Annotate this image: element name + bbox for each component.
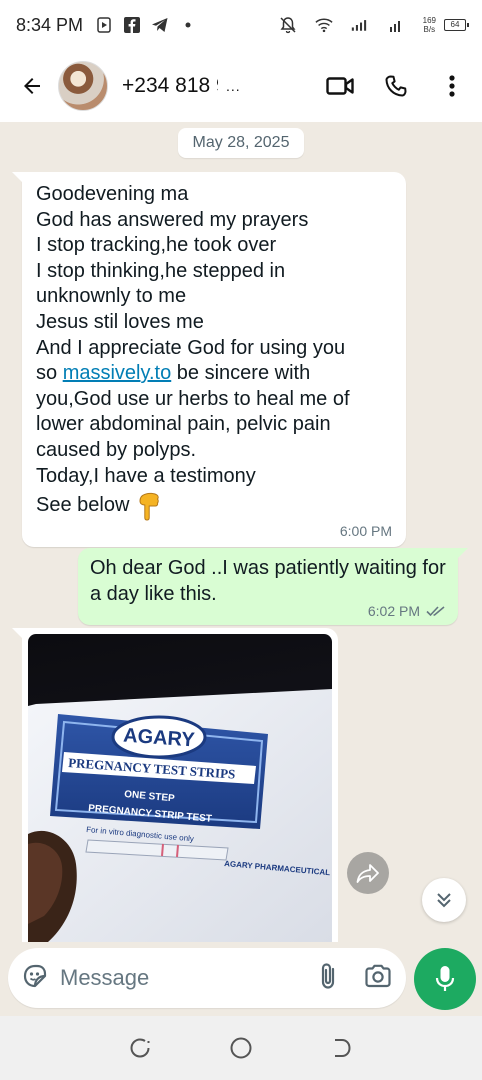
contact-name[interactable]: +234 818 9 [122, 74, 218, 98]
message-line: Today,I have a testimony [36, 464, 256, 487]
status-bar: 8:34 PM 169 B/s 64 [0, 0, 482, 50]
avatar[interactable] [58, 61, 108, 111]
video-camera-icon [326, 77, 354, 95]
microphone-icon [435, 966, 455, 991]
sticker-icon [23, 964, 47, 987]
chat-header: +234 818 9 ... [0, 50, 482, 122]
back-nav-button[interactable] [328, 1034, 356, 1062]
message-line: you,God use ur herbs to heal me of [36, 387, 350, 410]
message-line: God has answered my prayers [36, 208, 309, 231]
voice-message-button[interactable] [414, 948, 476, 1010]
outgoing-message-text: Oh dear God ..I was patiently waiting fo… [90, 557, 446, 605]
header-actions [326, 72, 470, 100]
camera-button[interactable] [364, 964, 392, 993]
telegram-icon [151, 16, 169, 34]
pregnancy-test-illustration: AGARY PREGNANCY TEST STRIPS ONE STEP PRE… [28, 689, 332, 942]
incoming-message-time: 6:00 PM [339, 523, 392, 540]
see-below-line: See below [36, 491, 392, 521]
home-button[interactable] [227, 1034, 255, 1062]
net-speed: 169 B/s [423, 16, 436, 34]
message-line: Goodevening ma [36, 183, 189, 205]
composer-icons [318, 962, 392, 995]
message-line: Jesus stil loves me [36, 310, 204, 333]
back-button[interactable] [12, 66, 52, 106]
home-circle-icon [230, 1037, 252, 1059]
facebook-icon [123, 16, 141, 34]
message-line: And I appreciate God for using you [36, 336, 346, 359]
message-link[interactable]: massively.to [63, 362, 172, 384]
see-below-text: See below [36, 494, 130, 517]
video-call-button[interactable] [326, 72, 354, 100]
message-line: unknownly to me [36, 285, 187, 308]
net-speed-value: 169 [422, 16, 436, 25]
incoming-message-text: Goodevening ma God has answered my praye… [36, 182, 392, 521]
message-line-with-link: so massively.to be sincere with [36, 361, 392, 387]
recents-icon [130, 1038, 150, 1058]
system-navigation-bar [0, 1016, 482, 1080]
recents-button[interactable] [126, 1034, 154, 1062]
composer [0, 942, 482, 1016]
incoming-message[interactable]: Goodevening ma God has answered my praye… [12, 172, 406, 548]
outgoing-message[interactable]: Oh dear God ..I was patiently waiting fo… [78, 548, 468, 626]
link-prefix: so [36, 362, 63, 385]
paperclip-icon [321, 962, 335, 989]
forward-button[interactable] [347, 852, 389, 894]
outgoing-message-time: 6:02 PM [367, 603, 420, 620]
double-check-icon [426, 606, 445, 617]
contact-name-ellipsis: ... [226, 78, 241, 94]
message-line: I stop tracking,he took over [36, 234, 277, 257]
chat-area[interactable]: May 28, 2025 Goodevening ma God has answ… [0, 122, 482, 942]
pointing-down-emoji-icon [139, 492, 160, 521]
dot-icon [179, 16, 197, 34]
kebab-menu-icon [449, 75, 455, 97]
back-nav-icon [334, 1039, 351, 1057]
date-chip: May 28, 2025 [178, 128, 304, 158]
mute-icon [279, 16, 297, 34]
pregnancy-test-photo[interactable]: AGARY PREGNANCY TEST STRIPS ONE STEP PRE… [28, 634, 332, 942]
image-message[interactable]: AGARY PREGNANCY TEST STRIPS ONE STEP PRE… [12, 628, 338, 942]
message-input-pill[interactable] [8, 948, 406, 1008]
battery-icon: 64 [444, 19, 469, 31]
scroll-to-bottom-button[interactable] [422, 878, 466, 922]
back-arrow-icon [24, 78, 40, 94]
message-line: caused by polyps. [36, 438, 197, 461]
camera-icon [365, 964, 391, 987]
status-time: 8:34 PM [16, 14, 84, 35]
signal-icon [351, 16, 369, 34]
message-line: lower abdominal pain, pelvic pain [36, 413, 331, 436]
wifi-icon [315, 16, 333, 34]
media-notification-icon [95, 16, 113, 34]
attach-button[interactable] [318, 962, 338, 995]
voice-call-button[interactable] [382, 72, 410, 100]
net-speed-unit: B/s [423, 25, 436, 34]
forward-icon [356, 864, 379, 883]
more-options-button[interactable] [438, 72, 466, 100]
message-line: I stop thinking,he stepped in [36, 259, 286, 282]
phone-icon [385, 75, 407, 97]
double-chevron-down-icon [437, 893, 451, 908]
message-input[interactable] [60, 965, 280, 991]
signal-2-icon [387, 16, 405, 34]
emoji-sticker-button[interactable] [22, 963, 48, 994]
status-right: 169 B/s 64 [279, 16, 469, 34]
link-suffix: be sincere with [171, 362, 311, 385]
